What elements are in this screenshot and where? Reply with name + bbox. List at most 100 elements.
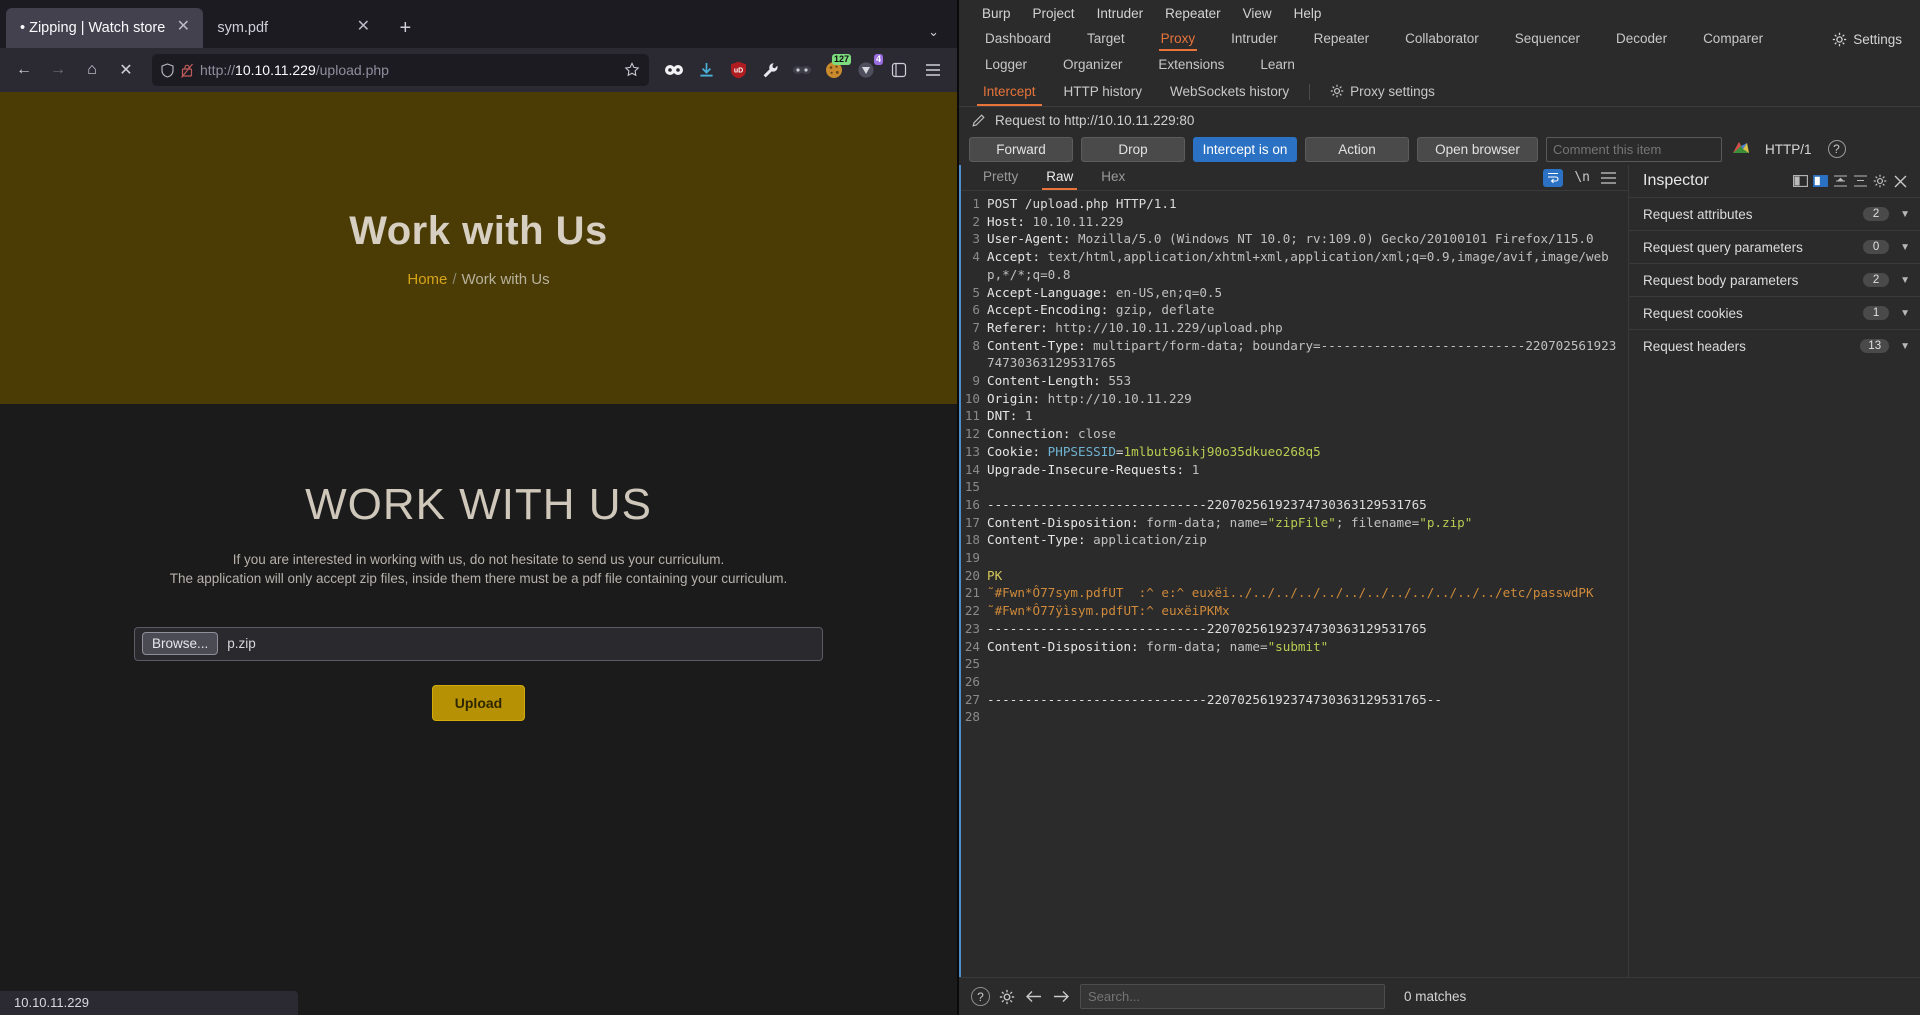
- request-line: 27 -----------------------------220702561…: [961, 691, 1628, 709]
- tab-proxy[interactable]: Proxy: [1143, 28, 1214, 51]
- proxy-settings-button[interactable]: Proxy settings: [1316, 80, 1449, 105]
- menu-view[interactable]: View: [1232, 6, 1283, 21]
- tab-learn[interactable]: Learn: [1242, 55, 1313, 76]
- wrench-icon[interactable]: [755, 55, 785, 85]
- tab-sequencer[interactable]: Sequencer: [1497, 28, 1598, 51]
- line-text: POST /upload.php HTTP/1.1: [987, 196, 1177, 211]
- section-paragraph-2: The application will only accept zip fil…: [169, 570, 788, 586]
- menu-project[interactable]: Project: [1022, 6, 1086, 21]
- line-text: ˜#Fwn*Ô77ÿìsym.pdfUT:^ euxëiPKMx: [987, 603, 1230, 619]
- menu-repeater[interactable]: Repeater: [1154, 6, 1232, 21]
- inspector-row-cookies[interactable]: Request cookies 1 ▼: [1629, 296, 1920, 329]
- menu-intruder[interactable]: Intruder: [1086, 6, 1155, 21]
- upload-button[interactable]: Upload: [431, 684, 526, 721]
- back-button[interactable]: ←: [8, 54, 40, 86]
- word-wrap-icon[interactable]: [1543, 168, 1564, 187]
- show-newlines-icon[interactable]: \n: [1574, 170, 1590, 185]
- inspector-settings-gear-icon[interactable]: [1870, 174, 1890, 188]
- cookie-editor-icon[interactable]: 127: [819, 54, 851, 85]
- new-tab-button[interactable]: +: [389, 12, 421, 44]
- layout-vertical-icon[interactable]: [1810, 175, 1830, 187]
- help-icon[interactable]: ?: [971, 987, 990, 1006]
- layout-horizontal-icon[interactable]: [1790, 175, 1810, 187]
- tab-http-history[interactable]: HTTP history: [1050, 80, 1157, 105]
- request-line: 6 Accept-Encoding: gzip, deflate: [961, 301, 1628, 319]
- divider: [1309, 84, 1311, 100]
- inspector-row-request-attributes[interactable]: Request attributes 2 ▼: [1629, 197, 1920, 230]
- tab-intercept[interactable]: Intercept: [969, 80, 1050, 106]
- stop-button[interactable]: ✕: [110, 54, 142, 86]
- tab-raw[interactable]: Raw: [1032, 166, 1087, 190]
- line-text: -----------------------------22070256192…: [987, 496, 1427, 512]
- menu-help[interactable]: Help: [1283, 6, 1333, 21]
- home-button[interactable]: ⌂: [76, 54, 108, 86]
- tab-dashboard[interactable]: Dashboard: [967, 28, 1069, 51]
- file-input[interactable]: Browse... p.zip: [134, 626, 823, 661]
- download-icon[interactable]: [691, 55, 721, 85]
- editor-menu-icon[interactable]: [1601, 171, 1616, 184]
- intercept-toggle-button[interactable]: Intercept is on: [1193, 136, 1297, 162]
- ublock-origin-icon[interactable]: uD: [723, 55, 753, 85]
- tab-hex[interactable]: Hex: [1087, 166, 1139, 189]
- raw-request-body[interactable]: 1 POST /upload.php HTTP/1.1 2 Host: 10.10.1…: [961, 191, 1628, 977]
- row-label: Request attributes: [1643, 206, 1753, 222]
- search-input[interactable]: [1080, 984, 1385, 1009]
- menu-burp[interactable]: Burp: [971, 6, 1022, 21]
- browser-tab-zipping[interactable]: • Zipping | Watch store ✕: [6, 8, 204, 48]
- line-number: 9: [972, 373, 980, 389]
- hamburger-menu-icon[interactable]: [917, 54, 949, 86]
- tab-intruder[interactable]: Intruder: [1213, 28, 1296, 51]
- line-text: [987, 549, 1628, 567]
- tab-pretty[interactable]: Pretty: [969, 166, 1032, 189]
- chevron-down-icon[interactable]: ▼: [1900, 341, 1910, 352]
- drop-button[interactable]: Drop: [1081, 136, 1185, 162]
- bitwarden-icon[interactable]: [659, 55, 689, 85]
- tab-websockets-history[interactable]: WebSockets history: [1156, 80, 1303, 105]
- open-browser-button[interactable]: Open browser: [1417, 136, 1538, 162]
- chevron-down-icon[interactable]: ▼: [1900, 308, 1910, 319]
- chevron-down-icon[interactable]: ▼: [1900, 242, 1910, 253]
- inspector-row-body-parameters[interactable]: Request body parameters 2 ▼: [1629, 263, 1920, 296]
- list-all-tabs-chevron-down-icon[interactable]: ⌄: [928, 24, 939, 40]
- chevron-down-icon[interactable]: ▼: [1900, 275, 1910, 286]
- comment-input[interactable]: [1546, 136, 1722, 162]
- search-previous-icon[interactable]: [1024, 989, 1043, 1004]
- tab-organizer[interactable]: Organizer: [1045, 55, 1140, 76]
- forward-button[interactable]: Forward: [969, 136, 1073, 162]
- request-target-line: Request to http://10.10.11.229:80: [959, 107, 1920, 133]
- close-icon[interactable]: ✕: [353, 18, 373, 38]
- foxyproxy-icon[interactable]: [787, 55, 817, 85]
- expand-all-icon[interactable]: [1850, 175, 1870, 187]
- request-line: 3 User-Agent: Mozilla/5.0 (Windows NT 10.…: [961, 230, 1628, 248]
- collapse-all-icon[interactable]: [1830, 175, 1850, 187]
- chevron-down-icon[interactable]: ▼: [1900, 209, 1910, 220]
- tab-target[interactable]: Target: [1069, 28, 1143, 51]
- close-icon[interactable]: [1890, 175, 1910, 188]
- burp-sub-tabs: Logger Organizer Extensions Learn: [959, 52, 1920, 78]
- help-icon[interactable]: ?: [1827, 140, 1846, 158]
- wappalyzer-icon[interactable]: 4: [851, 54, 883, 85]
- line-number: 1: [972, 196, 980, 211]
- settings-button[interactable]: Settings: [1832, 32, 1920, 47]
- tab-repeater[interactable]: Repeater: [1296, 28, 1388, 51]
- forward-button[interactable]: →: [42, 54, 74, 86]
- tab-extensions[interactable]: Extensions: [1140, 55, 1242, 76]
- browser-tab-sympdf[interactable]: sym.pdf ✕: [203, 8, 383, 48]
- tab-comparer[interactable]: Comparer: [1685, 28, 1781, 51]
- search-next-icon[interactable]: [1052, 989, 1071, 1004]
- save-to-pocket-icon[interactable]: [883, 54, 915, 86]
- inspector-row-query-parameters[interactable]: Request query parameters 0 ▼: [1629, 230, 1920, 263]
- address-bar[interactable]: http://10.10.11.229/upload.php: [152, 54, 649, 86]
- close-icon[interactable]: ✕: [173, 18, 193, 38]
- browse-button[interactable]: Browse...: [142, 632, 219, 656]
- intercept-action-bar: Forward Drop Intercept is on Action Open…: [959, 133, 1920, 165]
- tab-decoder[interactable]: Decoder: [1598, 28, 1685, 51]
- bookmark-star-icon[interactable]: [624, 62, 640, 78]
- tab-logger[interactable]: Logger: [967, 55, 1045, 76]
- tab-collaborator[interactable]: Collaborator: [1387, 28, 1497, 51]
- footer-gear-icon[interactable]: [999, 989, 1015, 1005]
- action-button[interactable]: Action: [1305, 136, 1409, 162]
- annotation-color-icon[interactable]: [1730, 140, 1751, 159]
- inspector-row-headers[interactable]: Request headers 13 ▼: [1629, 329, 1920, 362]
- breadcrumb-home-link[interactable]: Home: [407, 271, 447, 288]
